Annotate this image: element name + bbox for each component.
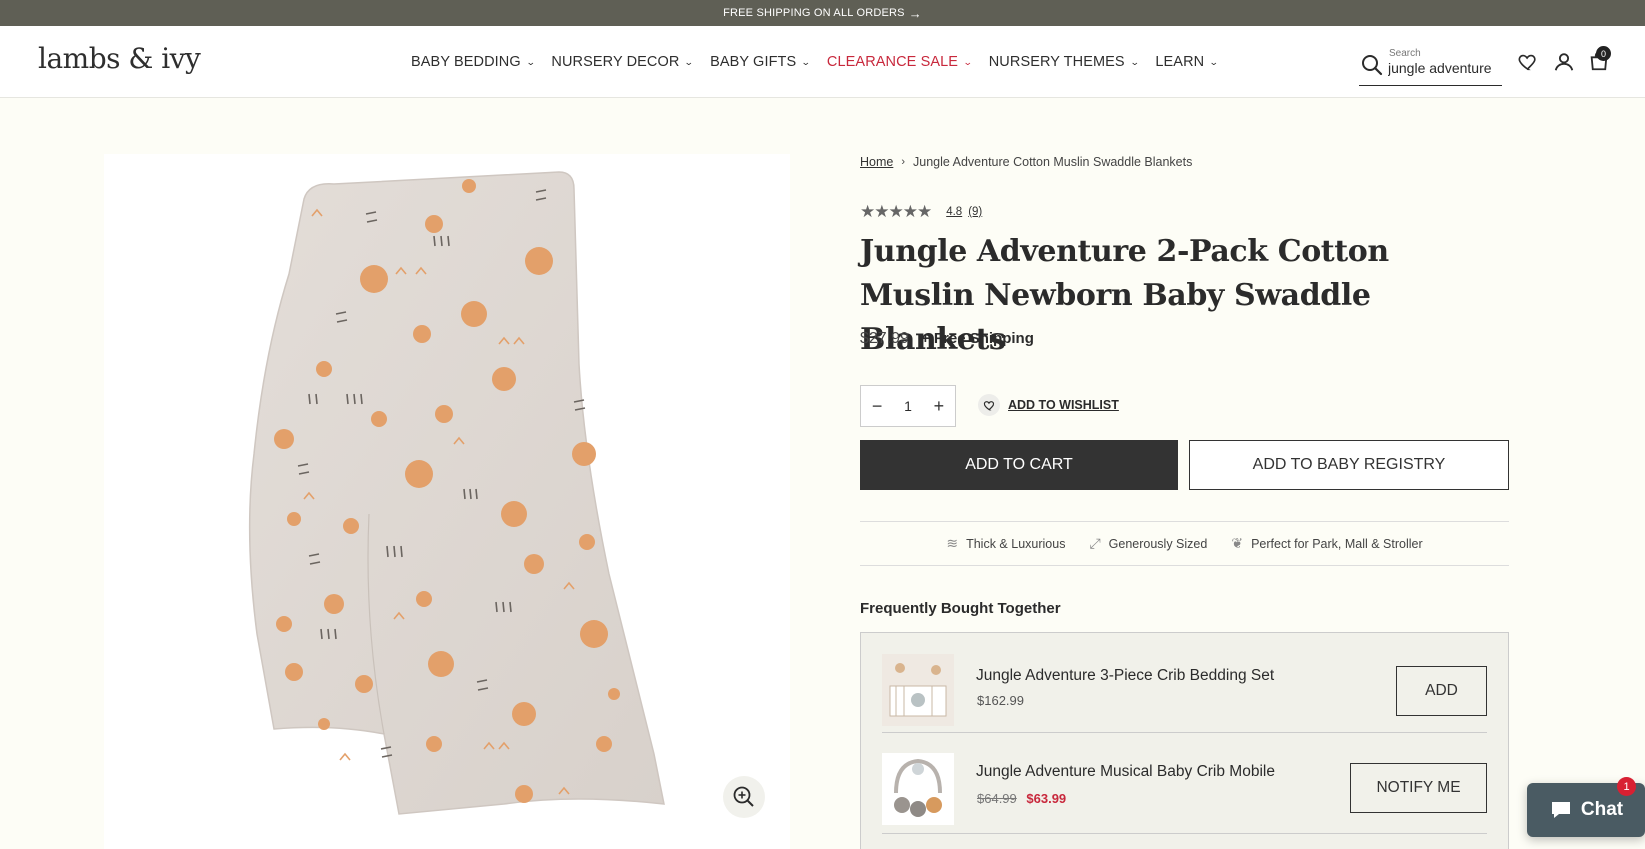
chevron-down-icon: ⌄ — [1129, 56, 1140, 67]
nav-item-learn[interactable]: LEARN ⌄ — [1155, 54, 1220, 70]
announcement-text: FREE SHIPPING ON ALL ORDERS — [723, 7, 905, 19]
feature-label: Generously Sized — [1108, 536, 1208, 551]
frequently-bought-title: Frequently Bought Together — [860, 600, 1061, 617]
zoom-button[interactable] — [723, 776, 765, 818]
price-row: $27.99 + Free Shipping — [860, 330, 1034, 348]
feature-item: ❦ Perfect for Park, Mall & Stroller — [1231, 535, 1422, 552]
review-count[interactable]: (9) — [968, 206, 982, 218]
site-logo[interactable]: lambs & ivy — [38, 42, 201, 75]
nav-item-clearance-sale[interactable]: CLEARANCE SALE ⌄ — [826, 54, 973, 70]
chat-label: Chat — [1580, 799, 1624, 820]
chat-bubble-icon — [1551, 802, 1570, 818]
add-to-wishlist-button[interactable]: ADD TO WISHLIST — [978, 394, 1119, 416]
search-icon[interactable] — [1361, 54, 1383, 76]
list-item: Jungle Adventure 3-Piece Crib Bedding Se… — [882, 633, 1487, 733]
list-item: Jungle Adventure Musical Baby Crib Mobil… — [882, 734, 1487, 834]
fbt-item-price: $162.99 — [977, 693, 1024, 708]
quantity-stepper: − 1 + — [860, 385, 956, 427]
swaddle-blanket-image — [248, 171, 665, 815]
star-rating-icon: ★★★★★ — [860, 202, 932, 221]
quantity-value[interactable]: 1 — [904, 398, 912, 414]
original-price: $64.99 — [977, 791, 1017, 806]
feature-list: ≋ Thick & Luxurious ⤢ Generously Sized ❦… — [860, 521, 1509, 566]
breadcrumb-current: Jungle Adventure Cotton Muslin Swaddle B… — [913, 155, 1193, 169]
product-image[interactable] — [104, 154, 790, 849]
search-input[interactable] — [1388, 60, 1498, 76]
account-icon[interactable] — [1553, 51, 1575, 73]
breadcrumb: Home › Jungle Adventure Cotton Muslin Sw… — [860, 150, 1508, 174]
nav-label: NURSERY THEMES — [988, 54, 1125, 70]
notify-me-button[interactable]: NOTIFY ME — [1350, 763, 1487, 813]
search-label: Search — [1389, 48, 1421, 59]
fbt-item-name[interactable]: Jungle Adventure Musical Baby Crib Mobil… — [976, 763, 1275, 781]
chevron-down-icon: ⌄ — [801, 56, 812, 67]
minus-icon[interactable]: − — [872, 396, 883, 417]
add-to-cart-button[interactable]: ADD TO CART — [860, 440, 1178, 490]
feature-label: Perfect for Park, Mall & Stroller — [1251, 536, 1423, 551]
product-info: Home › Jungle Adventure Cotton Muslin Sw… — [860, 150, 1509, 849]
zoom-in-icon — [733, 786, 754, 807]
fabric-icon: ≋ — [946, 535, 959, 551]
frequently-bought-panel: Jungle Adventure 3-Piece Crib Bedding Se… — [860, 632, 1509, 849]
plus-icon[interactable]: + — [934, 396, 945, 417]
nav-item-baby-gifts[interactable]: BABY GIFTS ⌄ — [710, 54, 812, 70]
nav-item-nursery-decor[interactable]: NURSERY DECOR ⌄ — [551, 54, 695, 70]
add-to-registry-button[interactable]: ADD TO BABY REGISTRY — [1189, 440, 1509, 490]
announcement-bar[interactable]: FREE SHIPPING ON ALL ORDERS → — [0, 0, 1645, 26]
add-button[interactable]: ADD — [1396, 666, 1487, 716]
shipping-note: + Free Shipping — [920, 330, 1034, 347]
wishlist-label: ADD TO WISHLIST — [1008, 398, 1119, 412]
sale-price: $63.99 — [1026, 791, 1067, 806]
fbt-item-name[interactable]: Jungle Adventure 3-Piece Crib Bedding Se… — [976, 667, 1274, 685]
arrow-right-icon: → — [908, 5, 922, 21]
product-thumbnail[interactable] — [882, 753, 954, 825]
heart-icon[interactable] — [1517, 51, 1539, 73]
leaf-icon: ❦ — [1231, 535, 1244, 551]
expand-icon: ⤢ — [1089, 535, 1101, 551]
chevron-down-icon: ⌄ — [684, 56, 695, 67]
nav-label: BABY BEDDING — [411, 54, 521, 70]
breadcrumb-home[interactable]: Home — [860, 155, 893, 169]
site-header: lambs & ivy BABY BEDDING ⌄ NURSERY DECOR ⌄… — [0, 26, 1645, 98]
product-price: $27.99 — [860, 330, 909, 347]
search-box[interactable]: Search — [1359, 44, 1502, 86]
chevron-down-icon: ⌄ — [962, 56, 973, 67]
chat-notification-badge: 1 — [1617, 777, 1636, 796]
product-thumbnail[interactable] — [882, 654, 954, 726]
fbt-item-price: $64.99 $63.99 — [977, 791, 1066, 806]
chevron-down-icon: ⌄ — [525, 56, 536, 67]
cart-count-badge: 0 — [1596, 46, 1611, 61]
feature-item: ⤢ Generously Sized — [1089, 535, 1207, 552]
chevron-right-icon: › — [901, 156, 906, 168]
feature-item: ≋ Thick & Luxurious — [946, 535, 1065, 552]
main-nav: BABY BEDDING ⌄ NURSERY DECOR ⌄ BABY GIFTS ⌄… — [411, 26, 1235, 98]
feature-label: Thick & Luxurious — [966, 536, 1066, 551]
nav-label: LEARN — [1155, 54, 1205, 70]
nav-item-baby-bedding[interactable]: BABY BEDDING ⌄ — [411, 54, 536, 70]
nav-item-nursery-themes[interactable]: NURSERY THEMES ⌄ — [988, 54, 1140, 70]
nav-label: CLEARANCE SALE — [826, 54, 959, 70]
nav-label: NURSERY DECOR — [551, 54, 680, 70]
nav-label: BABY GIFTS — [710, 54, 797, 70]
rating-value[interactable]: 4.8 — [946, 206, 962, 218]
chevron-down-icon: ⌄ — [1209, 56, 1220, 67]
heart-icon — [978, 394, 1000, 416]
product-rating: ★★★★★ 4.8 (9) — [860, 202, 988, 222]
